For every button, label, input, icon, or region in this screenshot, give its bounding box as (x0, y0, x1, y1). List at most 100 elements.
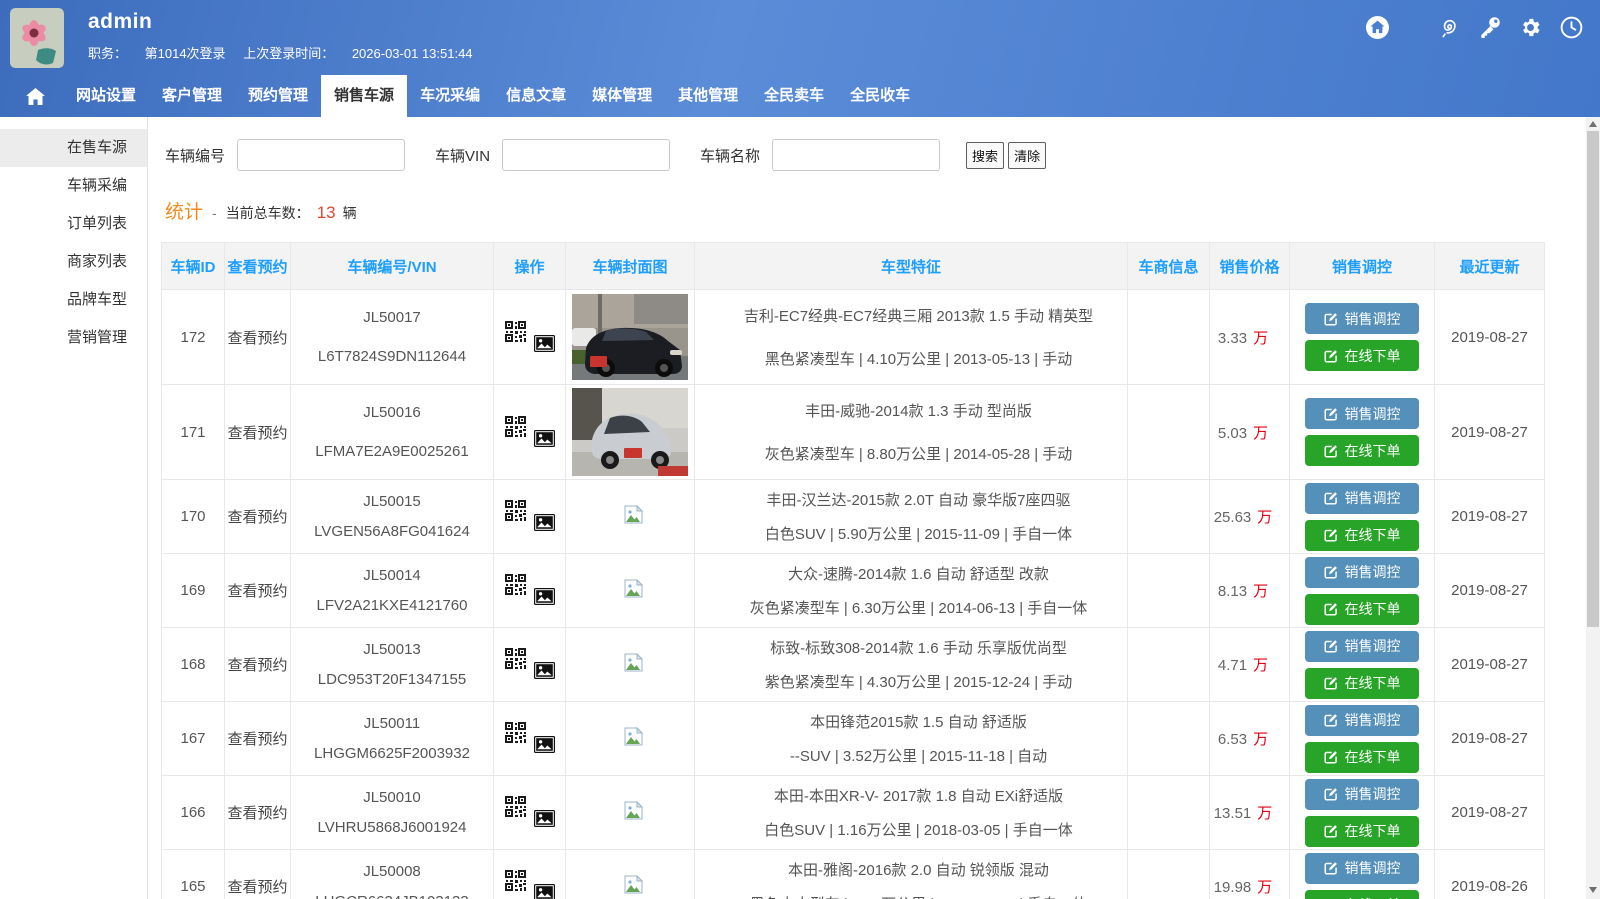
online-order-button[interactable]: 在线下单 (1305, 816, 1419, 847)
image-icon[interactable] (534, 514, 555, 531)
qr-code-icon[interactable] (505, 574, 526, 595)
qr-code-icon[interactable] (505, 321, 526, 342)
feature-attrs-link[interactable]: 白色SUV | 5.90万公里 | 2015-11-09 | 手自一体 (711, 523, 1126, 544)
online-order-button[interactable]: 在线下单 (1305, 520, 1419, 551)
nav-tab-8[interactable]: 其他管理 (665, 75, 751, 117)
view-booking-cell: 查看预约 (225, 776, 291, 850)
feature-attrs-link[interactable]: 白色SUV | 1.16万公里 | 2018-03-05 | 手自一体 (711, 819, 1126, 840)
nav-tab-9[interactable]: 全民卖车 (751, 75, 837, 117)
view-booking-link[interactable]: 查看预约 (227, 805, 287, 822)
sidebar-item-1[interactable]: 在售车源 (0, 129, 147, 167)
nav-tab-5[interactable]: 车况采编 (407, 75, 493, 117)
nav-tab-7[interactable]: 媒体管理 (579, 75, 665, 117)
updated-cell: 2019-08-27 (1435, 385, 1545, 480)
sales-control-button[interactable]: 销售调控 (1305, 853, 1419, 884)
gear-icon[interactable] (1517, 14, 1543, 40)
feature-model-link[interactable]: 丰田-威驰-2014款 1.3 手动 型尚版 (711, 400, 1126, 421)
qr-code-icon[interactable] (505, 870, 526, 891)
view-booking-link[interactable]: 查看预约 (227, 509, 287, 526)
vehicle-code-input[interactable] (237, 139, 405, 171)
feature-attrs-link[interactable]: 灰色紧凑型车 | 8.80万公里 | 2014-05-28 | 手动 (711, 443, 1126, 464)
clear-button[interactable]: 清除 (1008, 142, 1046, 169)
feature-attrs-link[interactable]: 紫色紧凑型车 | 4.30万公里 | 2015-12-24 | 手动 (711, 671, 1126, 692)
feature-attrs-link[interactable]: 黑色中大型车 | 3.68万公里 | 2018-01-16 | 手自一体 (711, 893, 1126, 899)
broken-image-icon (624, 881, 643, 898)
image-icon[interactable] (534, 588, 555, 605)
view-booking-link[interactable]: 查看预约 (227, 583, 287, 600)
sidebar-item-4[interactable]: 商家列表 (0, 243, 147, 281)
view-booking-link[interactable]: 查看预约 (227, 330, 287, 347)
sales-control-button[interactable]: 销售调控 (1305, 779, 1419, 810)
price-cell: 6.53万 (1210, 702, 1290, 776)
scrollbar-up-arrow[interactable] (1586, 117, 1600, 131)
sidebar-item-6[interactable]: 营销管理 (0, 319, 147, 357)
feature-attrs-link[interactable]: --SUV | 3.52万公里 | 2015-11-18 | 自动 (711, 745, 1126, 766)
online-order-button[interactable]: 在线下单 (1305, 340, 1419, 371)
home-icon[interactable] (26, 75, 45, 117)
qr-code-icon[interactable] (505, 796, 526, 817)
sidebar-item-2[interactable]: 车辆采编 (0, 167, 147, 205)
image-icon[interactable] (534, 736, 555, 753)
online-order-button[interactable]: 在线下单 (1305, 890, 1419, 899)
nav-tab-4[interactable]: 销售车源 (321, 75, 407, 117)
qr-code-icon[interactable] (505, 648, 526, 669)
car-id-cell: 171 (162, 385, 225, 480)
online-order-button[interactable]: 在线下单 (1305, 742, 1419, 773)
vehicle-code: JL50008 (292, 863, 492, 880)
scrollbar-thumb[interactable] (1587, 131, 1599, 627)
operations-cell (494, 850, 566, 899)
scrollbar-down-arrow[interactable] (1586, 883, 1600, 897)
view-booking-link[interactable]: 查看预约 (227, 425, 287, 442)
image-icon[interactable] (534, 884, 555, 899)
feature-attrs-link[interactable]: 黑色紧凑型车 | 4.10万公里 | 2013-05-13 | 手动 (711, 348, 1126, 369)
sales-control-button[interactable]: 销售调控 (1305, 631, 1419, 662)
vehicle-vin-input[interactable] (502, 139, 670, 171)
image-icon[interactable] (534, 662, 555, 679)
spiral-icon[interactable] (1435, 14, 1461, 40)
online-order-button[interactable]: 在线下单 (1305, 668, 1419, 699)
price-value: 13.51 (1214, 805, 1252, 822)
clock-icon[interactable] (1558, 14, 1584, 40)
qr-code-icon[interactable] (505, 500, 526, 521)
feature-model-link[interactable]: 吉利-EC7经典-EC7经典三厢 2013款 1.5 手动 精英型 (711, 305, 1126, 326)
vehicle-name-input[interactable] (772, 139, 940, 171)
nav-tab-3[interactable]: 预约管理 (235, 75, 321, 117)
nav-tab-6[interactable]: 信息文章 (493, 75, 579, 117)
sidebar-item-5[interactable]: 品牌车型 (0, 281, 147, 319)
view-booking-link[interactable]: 查看预约 (227, 657, 287, 674)
feature-model-link[interactable]: 本田锋范2015款 1.5 自动 舒适版 (711, 711, 1126, 732)
nav-tab-10[interactable]: 全民收车 (837, 75, 923, 117)
online-order-button[interactable]: 在线下单 (1305, 594, 1419, 625)
home-circle-icon[interactable] (1364, 14, 1390, 40)
qr-code-icon[interactable] (505, 722, 526, 743)
sales-control-button[interactable]: 销售调控 (1305, 483, 1419, 514)
feature-model-link[interactable]: 本田-雅阁-2016款 2.0 自动 锐领版 混动 (711, 859, 1126, 880)
sales-control-button[interactable]: 销售调控 (1305, 557, 1419, 588)
view-booking-link[interactable]: 查看预约 (227, 879, 287, 896)
image-icon[interactable] (534, 430, 555, 447)
qr-code-icon[interactable] (505, 416, 526, 437)
search-button[interactable]: 搜索 (966, 142, 1004, 169)
image-icon[interactable] (534, 335, 555, 352)
feature-attrs-link[interactable]: 灰色紧凑型车 | 6.30万公里 | 2014-06-13 | 手自一体 (711, 597, 1126, 618)
sales-control-button[interactable]: 销售调控 (1305, 303, 1419, 334)
sidebar-item-3[interactable]: 订单列表 (0, 205, 147, 243)
price-value: 19.98 (1214, 879, 1252, 896)
button-label: 销售调控 (1345, 404, 1401, 424)
nav-tab-2[interactable]: 客户管理 (149, 75, 235, 117)
vertical-scrollbar[interactable] (1586, 117, 1600, 899)
feature-model-link[interactable]: 本田-本田XR-V- 2017款 1.8 自动 EXi舒适版 (711, 785, 1126, 806)
online-order-button[interactable]: 在线下单 (1305, 435, 1419, 466)
nav-tab-1[interactable]: 网站设置 (63, 75, 149, 117)
sales-control-button[interactable]: 销售调控 (1305, 398, 1419, 429)
car-row-165: 165查看预约JL50008LHGCR6634JB103133本田-雅阁-201… (162, 850, 1545, 899)
view-booking-link[interactable]: 查看预约 (227, 731, 287, 748)
button-label: 销售调控 (1345, 710, 1401, 730)
code-vin-cell: JL50017L6T7824S9DN112644 (291, 290, 494, 385)
sales-control-button[interactable]: 销售调控 (1305, 705, 1419, 736)
feature-model-link[interactable]: 丰田-汉兰达-2015款 2.0T 自动 豪华版7座四驱 (711, 489, 1126, 510)
feature-model-link[interactable]: 标致-标致308-2014款 1.6 手动 乐享版优尚型 (711, 637, 1126, 658)
image-icon[interactable] (534, 810, 555, 827)
feature-model-link[interactable]: 大众-速腾-2014款 1.6 自动 舒适型 改款 (711, 563, 1126, 584)
key-icon[interactable] (1476, 14, 1502, 40)
